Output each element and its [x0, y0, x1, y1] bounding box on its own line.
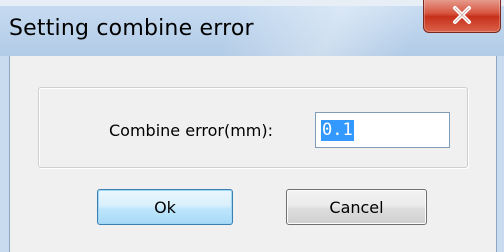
- dialog-client-area: Combine error(mm): 0.1 Ok Cancel: [9, 56, 497, 252]
- ok-button[interactable]: Ok: [97, 189, 233, 225]
- combine-error-value: 0.1: [321, 119, 354, 141]
- window-title: Setting combine error: [9, 16, 254, 41]
- cancel-button[interactable]: Cancel: [286, 189, 427, 225]
- combine-error-input[interactable]: 0.1: [315, 112, 450, 148]
- setting-combine-error-dialog: Setting combine error Combine error(mm):…: [0, 0, 504, 252]
- close-button[interactable]: [423, 0, 501, 33]
- combine-error-group: Combine error(mm): 0.1: [38, 87, 468, 168]
- combine-error-label: Combine error(mm):: [109, 121, 273, 140]
- close-icon: [451, 5, 473, 25]
